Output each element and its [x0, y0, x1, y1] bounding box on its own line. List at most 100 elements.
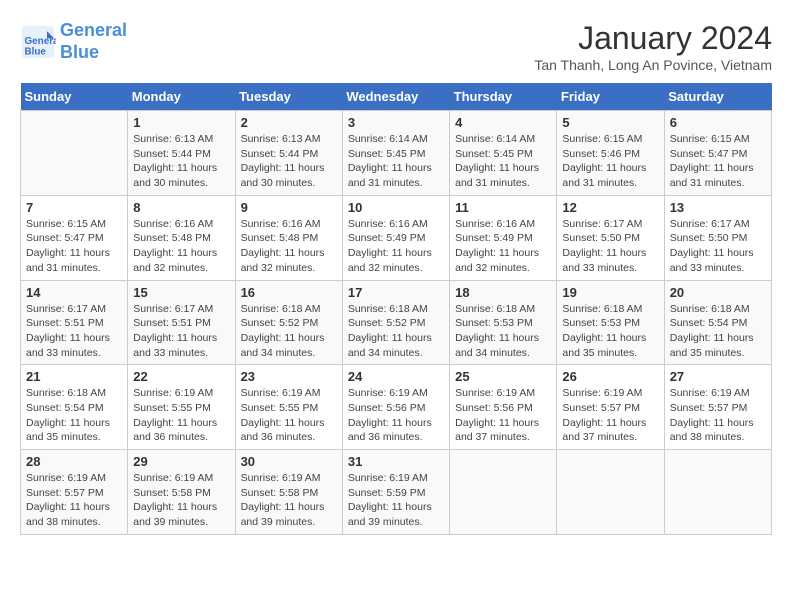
day-number: 7 [26, 200, 122, 215]
day-number: 8 [133, 200, 229, 215]
calendar-week-row: 28 Sunrise: 6:19 AM Sunset: 5:57 PM Dayli… [21, 450, 772, 535]
day-number: 14 [26, 285, 122, 300]
day-info: Sunrise: 6:17 AM Sunset: 5:51 PM Dayligh… [133, 302, 229, 361]
calendar-cell: 6 Sunrise: 6:15 AM Sunset: 5:47 PM Daylig… [664, 111, 771, 196]
calendar-week-row: 1 Sunrise: 6:13 AM Sunset: 5:44 PM Daylig… [21, 111, 772, 196]
day-number: 16 [241, 285, 337, 300]
svg-text:Blue: Blue [25, 46, 47, 57]
day-info: Sunrise: 6:16 AM Sunset: 5:49 PM Dayligh… [455, 217, 551, 276]
day-info: Sunrise: 6:14 AM Sunset: 5:45 PM Dayligh… [455, 132, 551, 191]
day-number: 9 [241, 200, 337, 215]
calendar-table: SundayMondayTuesdayWednesdayThursdayFrid… [20, 83, 772, 535]
day-info: Sunrise: 6:19 AM Sunset: 5:56 PM Dayligh… [455, 386, 551, 445]
day-number: 27 [670, 369, 766, 384]
day-number: 4 [455, 115, 551, 130]
calendar-cell: 18Sunrise: 6:18 AM Sunset: 5:53 PM Dayli… [450, 280, 557, 365]
day-info: Sunrise: 6:19 AM Sunset: 5:55 PM Dayligh… [241, 386, 337, 445]
day-info: Sunrise: 6:18 AM Sunset: 5:53 PM Dayligh… [562, 302, 658, 361]
day-number: 18 [455, 285, 551, 300]
calendar-cell: 7 Sunrise: 6:15 AM Sunset: 5:47 PM Daylig… [21, 195, 128, 280]
day-info: Sunrise: 6:17 AM Sunset: 5:50 PM Dayligh… [562, 217, 658, 276]
calendar-cell: 20Sunrise: 6:18 AM Sunset: 5:54 PM Dayli… [664, 280, 771, 365]
day-info: Sunrise: 6:19 AM Sunset: 5:58 PM Dayligh… [133, 471, 229, 530]
logo-icon: General Blue [20, 24, 56, 60]
day-number: 31 [348, 454, 444, 469]
calendar-cell: 10 Sunrise: 6:16 AM Sunset: 5:49 PM Dayli… [342, 195, 449, 280]
day-info: Sunrise: 6:18 AM Sunset: 5:52 PM Dayligh… [241, 302, 337, 361]
day-info: Sunrise: 6:15 AM Sunset: 5:47 PM Dayligh… [26, 217, 122, 276]
day-number: 15 [133, 285, 229, 300]
calendar-cell: 22 Sunrise: 6:19 AM Sunset: 5:55 PM Dayli… [128, 365, 235, 450]
calendar-cell: 5Sunrise: 6:15 AM Sunset: 5:46 PM Daylig… [557, 111, 664, 196]
logo-text: General Blue [60, 20, 127, 63]
calendar-cell: 19 Sunrise: 6:18 AM Sunset: 5:53 PM Dayli… [557, 280, 664, 365]
calendar-cell: 24Sunrise: 6:19 AM Sunset: 5:56 PM Dayli… [342, 365, 449, 450]
day-info: Sunrise: 6:16 AM Sunset: 5:49 PM Dayligh… [348, 217, 444, 276]
day-info: Sunrise: 6:13 AM Sunset: 5:44 PM Dayligh… [241, 132, 337, 191]
calendar-cell [664, 450, 771, 535]
day-number: 25 [455, 369, 551, 384]
calendar-cell: 4 Sunrise: 6:14 AM Sunset: 5:45 PM Daylig… [450, 111, 557, 196]
day-info: Sunrise: 6:19 AM Sunset: 5:59 PM Dayligh… [348, 471, 444, 530]
day-number: 28 [26, 454, 122, 469]
column-header-saturday: Saturday [664, 83, 771, 111]
calendar-cell: 21Sunrise: 6:18 AM Sunset: 5:54 PM Dayli… [21, 365, 128, 450]
calendar-cell: 29 Sunrise: 6:19 AM Sunset: 5:58 PM Dayli… [128, 450, 235, 535]
day-info: Sunrise: 6:19 AM Sunset: 5:55 PM Dayligh… [133, 386, 229, 445]
day-info: Sunrise: 6:16 AM Sunset: 5:48 PM Dayligh… [241, 217, 337, 276]
column-header-thursday: Thursday [450, 83, 557, 111]
calendar-cell: 30Sunrise: 6:19 AM Sunset: 5:58 PM Dayli… [235, 450, 342, 535]
calendar-cell: 8 Sunrise: 6:16 AM Sunset: 5:48 PM Daylig… [128, 195, 235, 280]
title-block: January 2024 Tan Thanh, Long An Povince,… [534, 20, 772, 73]
calendar-cell: 15 Sunrise: 6:17 AM Sunset: 5:51 PM Dayli… [128, 280, 235, 365]
day-number: 23 [241, 369, 337, 384]
day-number: 19 [562, 285, 658, 300]
calendar-cell [557, 450, 664, 535]
column-header-wednesday: Wednesday [342, 83, 449, 111]
calendar-cell: 9 Sunrise: 6:16 AM Sunset: 5:48 PM Daylig… [235, 195, 342, 280]
calendar-cell: 2 Sunrise: 6:13 AM Sunset: 5:44 PM Daylig… [235, 111, 342, 196]
calendar-cell: 11 Sunrise: 6:16 AM Sunset: 5:49 PM Dayli… [450, 195, 557, 280]
calendar-cell: 17Sunrise: 6:18 AM Sunset: 5:52 PM Dayli… [342, 280, 449, 365]
day-info: Sunrise: 6:15 AM Sunset: 5:46 PM Dayligh… [562, 132, 658, 191]
calendar-cell: 14 Sunrise: 6:17 AM Sunset: 5:51 PM Dayli… [21, 280, 128, 365]
day-number: 11 [455, 200, 551, 215]
calendar-week-row: 21Sunrise: 6:18 AM Sunset: 5:54 PM Dayli… [21, 365, 772, 450]
calendar-cell [450, 450, 557, 535]
calendar-cell: 28 Sunrise: 6:19 AM Sunset: 5:57 PM Dayli… [21, 450, 128, 535]
column-header-tuesday: Tuesday [235, 83, 342, 111]
day-number: 3 [348, 115, 444, 130]
column-header-sunday: Sunday [21, 83, 128, 111]
day-info: Sunrise: 6:14 AM Sunset: 5:45 PM Dayligh… [348, 132, 444, 191]
calendar-cell: 12 Sunrise: 6:17 AM Sunset: 5:50 PM Dayli… [557, 195, 664, 280]
calendar-cell: 31 Sunrise: 6:19 AM Sunset: 5:59 PM Dayli… [342, 450, 449, 535]
day-number: 29 [133, 454, 229, 469]
day-info: Sunrise: 6:13 AM Sunset: 5:44 PM Dayligh… [133, 132, 229, 191]
day-info: Sunrise: 6:19 AM Sunset: 5:57 PM Dayligh… [26, 471, 122, 530]
day-number: 21 [26, 369, 122, 384]
calendar-cell: 25 Sunrise: 6:19 AM Sunset: 5:56 PM Dayli… [450, 365, 557, 450]
day-info: Sunrise: 6:16 AM Sunset: 5:48 PM Dayligh… [133, 217, 229, 276]
day-number: 6 [670, 115, 766, 130]
day-info: Sunrise: 6:17 AM Sunset: 5:50 PM Dayligh… [670, 217, 766, 276]
calendar-cell: 16 Sunrise: 6:18 AM Sunset: 5:52 PM Dayli… [235, 280, 342, 365]
logo: General Blue General Blue [20, 20, 127, 63]
calendar-title: January 2024 [534, 20, 772, 57]
day-number: 10 [348, 200, 444, 215]
day-number: 22 [133, 369, 229, 384]
day-info: Sunrise: 6:18 AM Sunset: 5:52 PM Dayligh… [348, 302, 444, 361]
day-info: Sunrise: 6:15 AM Sunset: 5:47 PM Dayligh… [670, 132, 766, 191]
day-info: Sunrise: 6:18 AM Sunset: 5:54 PM Dayligh… [670, 302, 766, 361]
calendar-cell: 13Sunrise: 6:17 AM Sunset: 5:50 PM Dayli… [664, 195, 771, 280]
day-number: 12 [562, 200, 658, 215]
page-header: General Blue General Blue January 2024 T… [20, 20, 772, 73]
day-number: 1 [133, 115, 229, 130]
day-info: Sunrise: 6:19 AM Sunset: 5:57 PM Dayligh… [670, 386, 766, 445]
day-info: Sunrise: 6:17 AM Sunset: 5:51 PM Dayligh… [26, 302, 122, 361]
day-info: Sunrise: 6:19 AM Sunset: 5:57 PM Dayligh… [562, 386, 658, 445]
calendar-cell: 26Sunrise: 6:19 AM Sunset: 5:57 PM Dayli… [557, 365, 664, 450]
column-header-friday: Friday [557, 83, 664, 111]
calendar-subtitle: Tan Thanh, Long An Povince, Vietnam [534, 57, 772, 73]
day-number: 30 [241, 454, 337, 469]
day-number: 2 [241, 115, 337, 130]
